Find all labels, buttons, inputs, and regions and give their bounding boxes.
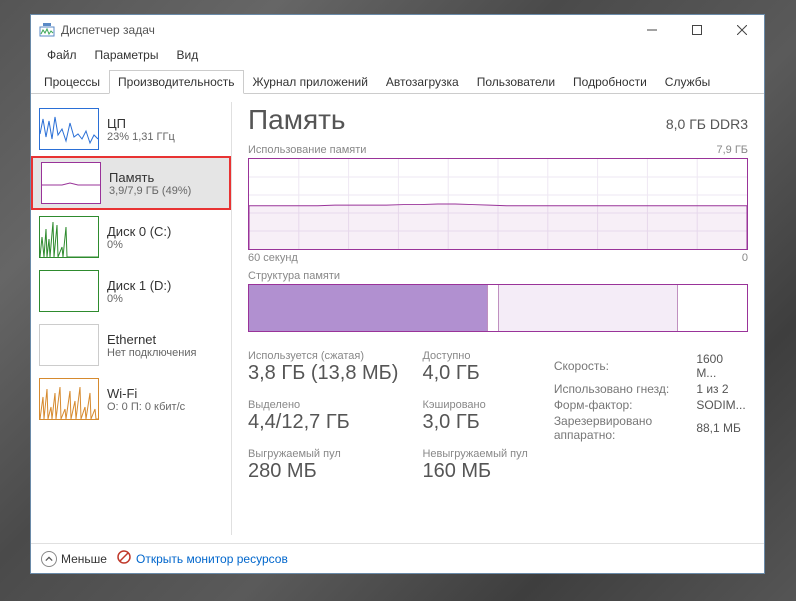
chart-x-left: 60 секунд (248, 252, 298, 264)
usage-max: 7,9 ГБ (716, 144, 748, 156)
used-val: 3,8 ГБ (13,8 МБ) (248, 362, 398, 385)
tab-services[interactable]: Службы (656, 70, 719, 94)
chart-x-right: 0 (742, 252, 748, 264)
tab-startup[interactable]: Автозагрузка (377, 70, 468, 94)
resmon-label: Открыть монитор ресурсов (136, 552, 288, 566)
fewer-label: Меньше (61, 552, 107, 566)
tab-processes[interactable]: Процессы (35, 70, 109, 94)
memory-sub: 3,9/7,9 ГБ (49%) (109, 185, 191, 197)
commit-label: Выделено (248, 399, 398, 411)
chevron-up-icon (41, 551, 57, 567)
sidebar-item-memory[interactable]: Память 3,9/7,9 ГБ (49%) (31, 156, 231, 210)
paged-val: 280 МБ (248, 460, 398, 483)
sidebar-item-ethernet[interactable]: Ethernet Нет подключения (31, 318, 231, 372)
struct-mod (488, 285, 499, 331)
memory-details-table: Скорость:1600 М... Использовано гнезд:1 … (552, 350, 748, 444)
close-button[interactable] (719, 15, 764, 45)
wifi-label: Wi-Fi (107, 386, 185, 401)
hw-val: 88,1 МБ (696, 414, 746, 442)
memory-thumb-icon (41, 162, 101, 204)
memory-capacity: 8,0 ГБ DDR3 (666, 116, 748, 132)
used-label: Используется (сжатая) (248, 350, 398, 362)
wifi-thumb-icon (39, 378, 99, 420)
minimize-button[interactable] (629, 15, 674, 45)
memory-struct-chart[interactable] (248, 284, 748, 332)
fewer-details-button[interactable]: Меньше (41, 551, 107, 567)
menu-options[interactable]: Параметры (87, 46, 167, 64)
menu-view[interactable]: Вид (168, 46, 206, 64)
paged-label: Выгружаемый пул (248, 448, 398, 460)
menubar: Файл Параметры Вид (31, 45, 764, 65)
ethernet-sub: Нет подключения (107, 347, 196, 359)
resource-monitor-icon (117, 550, 131, 567)
sidebar-item-disk1[interactable]: Диск 1 (D:) 0% (31, 264, 231, 318)
disk1-thumb-icon (39, 270, 99, 312)
slots-label: Использовано гнезд: (554, 382, 695, 396)
cpu-label: ЦП (107, 116, 175, 131)
sidebar-item-disk0[interactable]: Диск 0 (C:) 0% (31, 210, 231, 264)
sidebar-item-cpu[interactable]: ЦП 23% 1,31 ГГц (31, 102, 231, 156)
memory-usage-chart[interactable] (248, 158, 748, 250)
speed-val: 1600 М... (696, 352, 746, 380)
hw-label: Зарезервировано аппаратно: (554, 414, 695, 442)
sidebar-item-wifi[interactable]: Wi-Fi O: 0 П: 0 кбит/с (31, 372, 231, 426)
tabbar: Процессы Производительность Журнал прило… (31, 69, 764, 94)
disk1-label: Диск 1 (D:) (107, 278, 171, 293)
nonpaged-label: Невыгружаемый пул (422, 448, 527, 460)
task-manager-window: Диспетчер задач Файл Параметры Вид Проце… (30, 14, 765, 574)
app-icon (39, 22, 55, 38)
usage-label: Использование памяти (248, 144, 366, 156)
main-panel: Память 8,0 ГБ DDR3 Использование памяти … (232, 94, 764, 543)
open-resource-monitor-link[interactable]: Открыть монитор ресурсов (117, 550, 288, 567)
window-title: Диспетчер задач (61, 23, 629, 37)
struct-standby (499, 285, 678, 331)
avail-val: 4,0 ГБ (422, 362, 527, 385)
sidebar: ЦП 23% 1,31 ГГц Память 3,9/7,9 ГБ (49%) (31, 94, 231, 543)
disk0-sub: 0% (107, 239, 171, 251)
commit-val: 4,4/12,7 ГБ (248, 411, 398, 434)
disk0-thumb-icon (39, 216, 99, 258)
wifi-sub: O: 0 П: 0 кбит/с (107, 401, 185, 413)
ethernet-label: Ethernet (107, 332, 196, 347)
tab-details[interactable]: Подробности (564, 70, 656, 94)
cpu-sub: 23% 1,31 ГГц (107, 131, 175, 143)
tab-performance[interactable]: Производительность (109, 70, 243, 94)
ethernet-thumb-icon (39, 324, 99, 366)
tab-users[interactable]: Пользователи (468, 70, 564, 94)
speed-label: Скорость: (554, 352, 695, 380)
struct-label: Структура памяти (248, 270, 340, 282)
struct-used (249, 285, 488, 331)
struct-free (678, 285, 747, 331)
tab-apphistory[interactable]: Журнал приложений (244, 70, 377, 94)
cpu-thumb-icon (39, 108, 99, 150)
cached-label: Кэшировано (422, 399, 527, 411)
titlebar[interactable]: Диспетчер задач (31, 15, 764, 45)
menu-file[interactable]: Файл (39, 46, 85, 64)
disk0-label: Диск 0 (C:) (107, 224, 171, 239)
form-label: Форм-фактор: (554, 398, 695, 412)
avail-label: Доступно (422, 350, 527, 362)
cached-val: 3,0 ГБ (422, 411, 527, 434)
footer: Меньше Открыть монитор ресурсов (31, 543, 764, 573)
memory-label: Память (109, 170, 191, 185)
maximize-button[interactable] (674, 15, 719, 45)
slots-val: 1 из 2 (696, 382, 746, 396)
form-val: SODIM... (696, 398, 746, 412)
page-title: Память (248, 104, 346, 136)
nonpaged-val: 160 МБ (422, 460, 527, 483)
disk1-sub: 0% (107, 293, 171, 305)
